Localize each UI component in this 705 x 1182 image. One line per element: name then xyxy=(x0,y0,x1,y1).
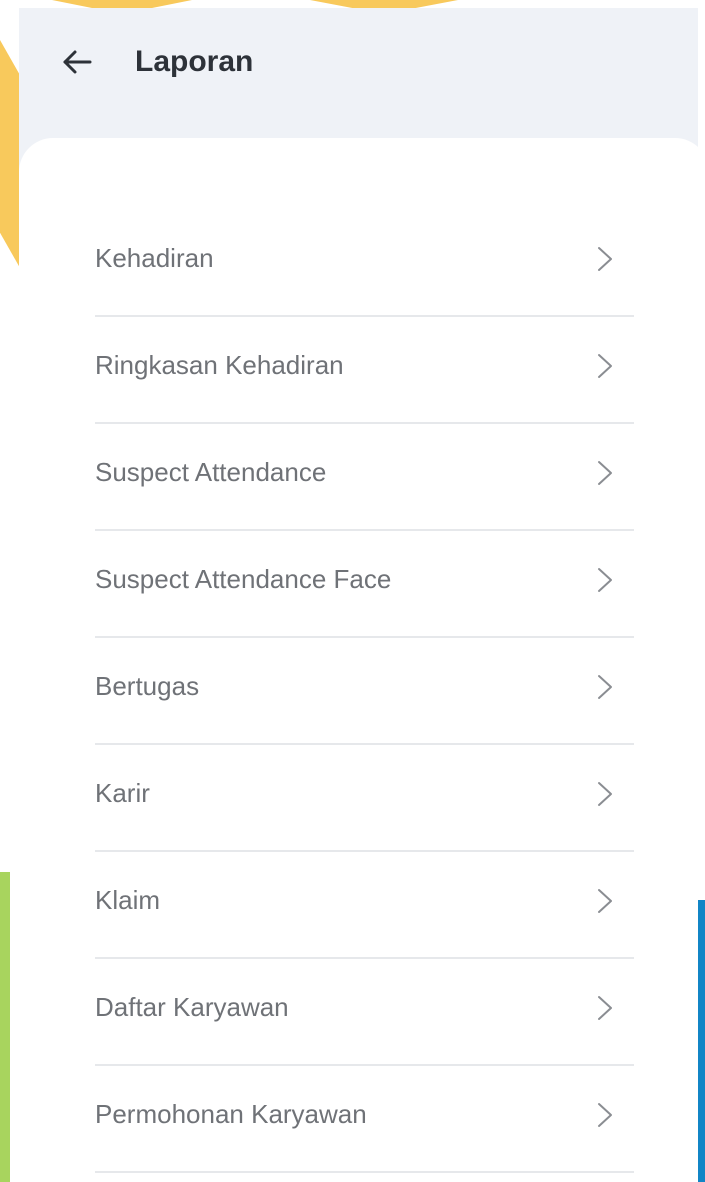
menu-item-label: Karir xyxy=(95,778,150,808)
menu-item-label: Suspect Attendance Face xyxy=(95,564,392,594)
chevron-right-icon xyxy=(598,1102,612,1127)
menu-item[interactable]: Kehadiran xyxy=(95,210,634,317)
menu-item[interactable]: Permohonan Karyawan xyxy=(95,1066,634,1173)
chevron-right-icon xyxy=(598,888,612,913)
report-menu-list: Kehadiran Ringkasan Kehadiran Suspect Atte… xyxy=(95,210,634,1173)
back-button[interactable] xyxy=(57,42,97,82)
menu-item[interactable]: Karir xyxy=(95,745,634,852)
menu-item-label: Kehadiran xyxy=(95,243,214,273)
decorative-blue-bar xyxy=(697,900,705,1182)
menu-item[interactable]: Ringkasan Kehadiran xyxy=(95,317,634,424)
app-screen: Laporan Kehadiran Ringkasan Kehadiran Susp… xyxy=(19,8,698,1182)
app-bar: Laporan xyxy=(19,8,698,128)
chevron-right-icon xyxy=(598,995,612,1020)
menu-item[interactable]: Suspect Attendance Face xyxy=(95,531,634,638)
report-menu-card: Kehadiran Ringkasan Kehadiran Suspect Atte… xyxy=(19,138,698,1182)
menu-item-label: Klaim xyxy=(95,885,161,915)
chevron-right-icon xyxy=(598,246,612,271)
menu-item[interactable]: Bertugas xyxy=(95,638,634,745)
chevron-right-icon xyxy=(598,567,612,592)
menu-item-label: Daftar Karyawan xyxy=(95,992,289,1022)
menu-item-label: Bertugas xyxy=(95,671,200,701)
menu-item-label: Permohonan Karyawan xyxy=(95,1099,367,1129)
menu-item[interactable]: Klaim xyxy=(95,852,634,959)
menu-item[interactable]: Suspect Attendance xyxy=(95,424,634,531)
arrow-left-icon xyxy=(63,50,92,74)
page-title: Laporan xyxy=(135,45,254,78)
chevron-right-icon xyxy=(598,353,612,378)
menu-item-label: Suspect Attendance xyxy=(95,457,327,487)
menu-item[interactable]: Daftar Karyawan xyxy=(95,959,634,1066)
chevron-right-icon xyxy=(598,781,612,806)
menu-item-label: Ringkasan Kehadiran xyxy=(95,350,344,380)
decorative-green-bar xyxy=(0,872,10,1182)
chevron-right-icon xyxy=(598,674,612,699)
chevron-right-icon xyxy=(598,460,612,485)
